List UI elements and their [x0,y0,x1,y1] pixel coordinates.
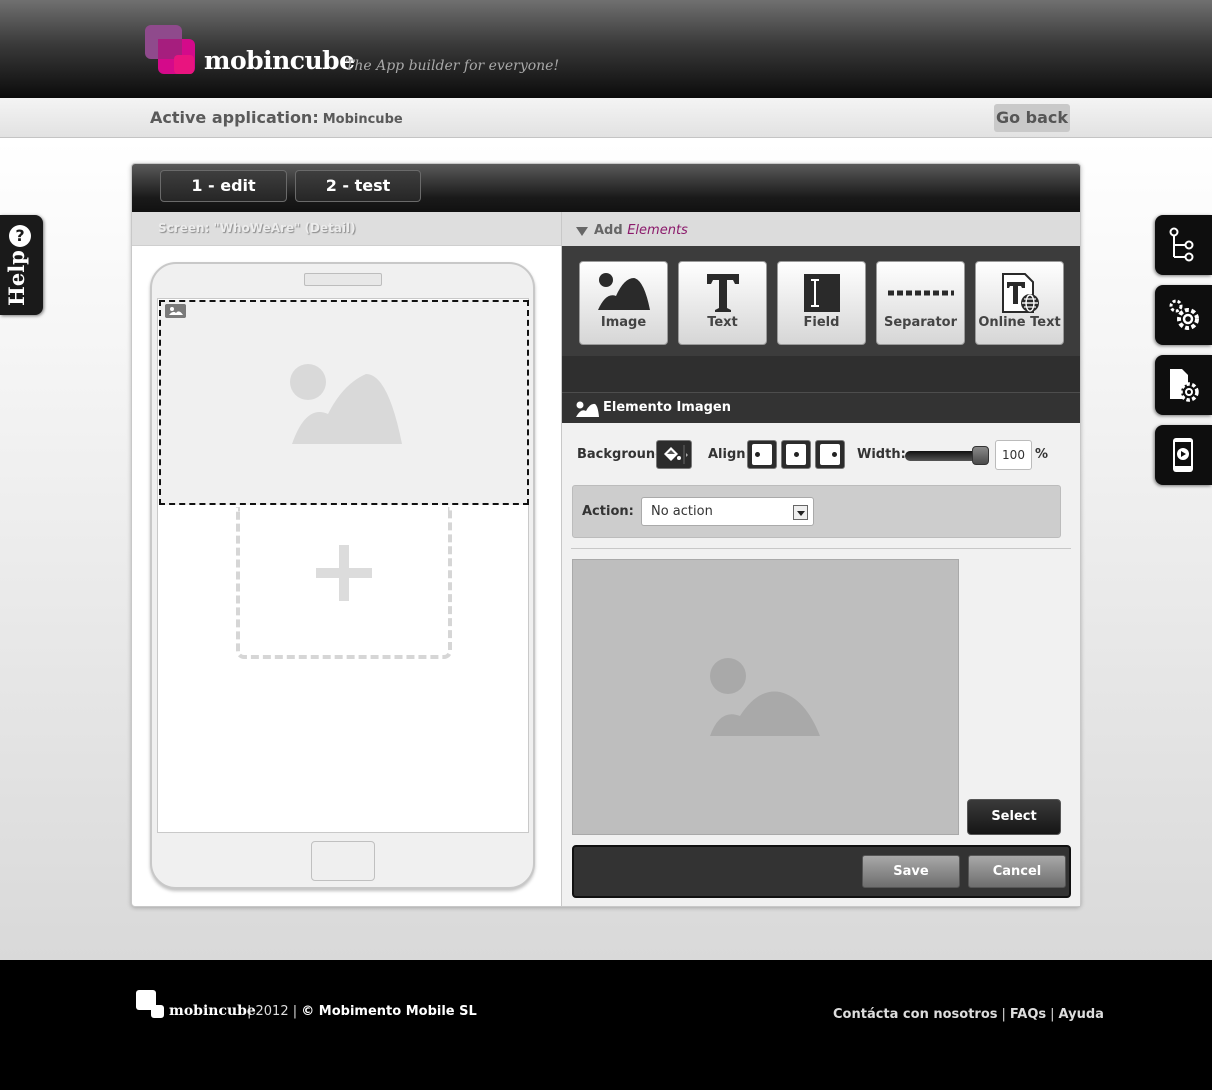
top-header: mobincube The App builder for everyone! [0,0,1212,98]
tool-online-text-button[interactable]: Online Text [975,261,1064,345]
footer-brand[interactable]: mobincube [169,1003,256,1019]
toolbox-strip [562,356,1080,392]
field-icon [803,274,840,312]
tool-separator-button[interactable]: Separator [876,261,965,345]
image-placeholder-icon [290,364,402,444]
width-unit: % [1035,447,1049,462]
footer-link-help[interactable]: Ayuda [1059,1007,1104,1022]
add-elements-suffix: Elements [627,223,688,238]
action-label: Action: [582,504,634,519]
tool-field-button[interactable]: Field [777,261,866,345]
settings-icon [1169,299,1199,330]
chevron-down-icon[interactable] [793,505,808,520]
separator-icon [887,290,954,296]
element-title: Elemento Imagen [603,400,731,415]
tool-text-label: Text [707,315,738,330]
plus-icon [316,545,372,601]
image-badge-icon [165,304,186,318]
image-icon [597,273,650,310]
preview-tab[interactable] [1155,425,1212,485]
add-elements-label: Add Elements [594,223,688,238]
add-elements-header[interactable]: Add Elements [562,212,1080,246]
tool-image-label: Image [600,315,647,330]
text-icon [706,274,739,312]
editor-panel: 1 - edit 2 - test Screen: "WhoWeAre" (De… [131,163,1081,907]
active-application-name: Mobincube [322,112,403,127]
phone-speaker [304,273,382,286]
help-tab[interactable]: ? Help [0,215,43,315]
footer-link-contact[interactable]: Contácta con nosotros [833,1007,998,1022]
mobincube-logo-icon[interactable] [145,25,195,75]
align-right-button[interactable] [815,440,845,469]
phone-preview-icon [1173,438,1193,472]
go-back-button[interactable]: Go back [994,104,1070,132]
collapse-arrow-icon[interactable] [576,227,588,236]
cancel-button[interactable]: Cancel [968,855,1066,888]
background-color-button[interactable] [656,440,692,469]
help-icon: ? [9,225,31,247]
width-input[interactable]: 100 [995,440,1032,470]
image-element-icon [576,401,599,417]
document-settings-icon [1170,369,1199,402]
action-select[interactable]: No action [641,497,814,526]
align-label: Align: [708,447,751,462]
element-toolbox: Image Text Field Separator Online Text [562,246,1080,356]
image-preview [572,559,959,835]
tool-separator-label: Separator [884,315,957,330]
footer: mobincube | 2012 | © Mobimento Mobile SL… [0,960,1212,1090]
save-button[interactable]: Save [862,855,960,888]
element-properties: Background: Align: Width: 100 % Action: [562,423,1080,906]
paint-bucket-icon [664,445,688,464]
save-cancel-bar: Save Cancel [572,845,1071,898]
document-settings-tab[interactable] [1155,355,1212,415]
align-left-button[interactable] [747,440,777,469]
settings-tab[interactable] [1155,285,1212,345]
image-element-placeholder[interactable] [159,300,529,505]
tool-online-text-label: Online Text [978,315,1061,330]
app-structure-tab[interactable] [1155,215,1212,275]
align-center-button[interactable] [781,440,811,469]
screen-label: Screen: "WhoWeAre" (Detail) [158,221,356,235]
element-header: Elemento Imagen [562,392,1080,423]
properties-divider [571,548,1071,549]
steps-bar: 1 - edit 2 - test [132,164,1080,212]
width-slider-handle[interactable] [972,446,989,465]
image-preview-placeholder-icon [710,658,820,736]
footer-links: Contácta con nosotros | FAQs | Ayuda [833,1007,1104,1022]
align-right-icon [820,444,840,465]
footer-link-faqs[interactable]: FAQs [1010,1007,1046,1022]
align-center-icon [786,444,806,465]
tool-image-button[interactable]: Image [579,261,668,345]
active-application-label: Active application: Mobincube [150,108,403,127]
tab-test[interactable]: 2 - test [295,170,421,202]
tab-edit[interactable]: 1 - edit [160,170,287,202]
footer-copyright: | 2012 | © Mobimento Mobile SL [247,1004,477,1019]
tool-field-label: Field [803,315,840,330]
online-text-icon [1001,273,1039,313]
tool-text-button[interactable]: Text [678,261,767,345]
footer-logo-icon[interactable] [136,990,164,1018]
width-label: Width: [857,447,906,462]
phone-screen [157,298,529,833]
select-image-button[interactable]: Select [967,799,1061,835]
action-row: Action: No action [572,485,1061,538]
phone-mockup [150,262,535,889]
align-left-icon [752,444,772,465]
help-label: Help [4,250,29,306]
footer-company: © Mobimento Mobile SL [301,1004,477,1019]
action-select-value: No action [651,504,713,519]
active-application-bar: Active application: Mobincube Go back [0,98,1212,138]
tagline: The App builder for everyone! [345,58,560,74]
add-element-slot[interactable] [236,507,452,659]
tree-icon [1169,227,1194,262]
screen-header: Screen: "WhoWeAre" (Detail) [132,212,562,246]
logo-text[interactable]: mobincube [204,46,355,75]
add-elements-prefix: Add [594,223,623,238]
footer-year: 2012 [255,1004,289,1019]
active-application-label-text: Active application: [150,108,319,127]
phone-home-button [311,841,375,881]
